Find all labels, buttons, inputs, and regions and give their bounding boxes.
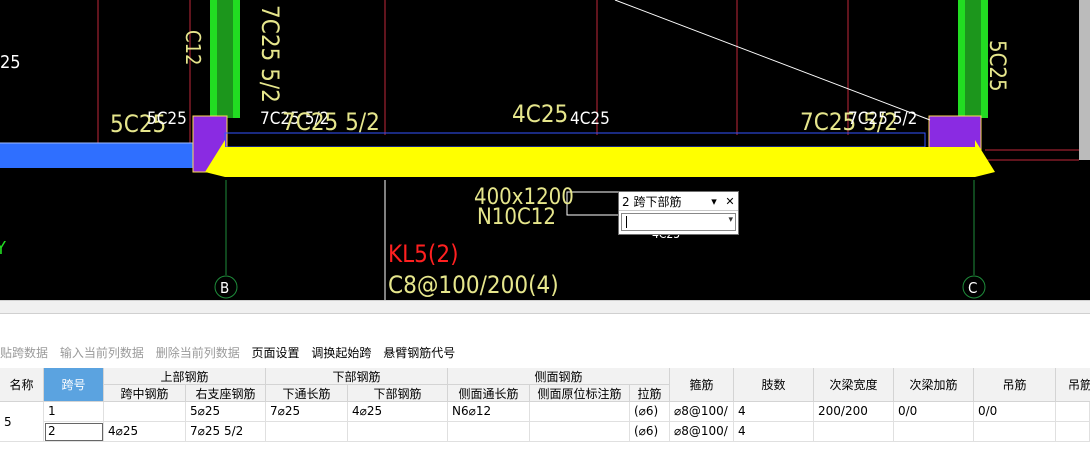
close-icon[interactable]: ✕ bbox=[722, 195, 738, 208]
header-top-mid[interactable]: 跨中钢筋 bbox=[104, 385, 186, 402]
cad-label-4c25-yellow: 4C25 bbox=[512, 100, 568, 128]
cell-bottom-through[interactable] bbox=[266, 422, 348, 442]
cell-sec-add[interactable]: 0/0 bbox=[894, 402, 974, 422]
header-legs[interactable]: 肢数 bbox=[734, 368, 814, 402]
axis-c-label: C bbox=[968, 279, 977, 297]
cell-hanger-2[interactable] bbox=[1056, 402, 1090, 422]
header-bottom-through[interactable]: 下通长筋 bbox=[266, 385, 348, 402]
header-stirrups[interactable]: 箍筋 bbox=[670, 368, 734, 402]
header-top-group: 上部钢筋 bbox=[104, 368, 266, 385]
leader-line bbox=[614, 0, 931, 121]
cad-drawing: C12 25 7C25 5/2 5C25 5C25 5C25 7C25 5/2 … bbox=[0, 0, 1090, 300]
blue-band bbox=[0, 143, 195, 168]
axis-b-label: B bbox=[220, 279, 229, 297]
rebar-table: 名称 跨号 上部钢筋 下部钢筋 侧面钢筋 箍筋 肢数 次梁宽度 次梁加筋 吊筋 … bbox=[0, 368, 1090, 470]
cell-hanger[interactable]: 0/0 bbox=[974, 402, 1056, 422]
cad-label-5c25-white: 5C25 bbox=[147, 109, 187, 129]
cad-label-stirrup: C8@100/200(4) bbox=[388, 271, 559, 299]
beam-right-end bbox=[975, 140, 995, 177]
header-sec-beam-add[interactable]: 次梁加筋 bbox=[894, 368, 974, 402]
popup-header: 2 跨下部筋 ▾ ✕ bbox=[619, 192, 738, 211]
cell-sec-width[interactable]: 200/200 bbox=[814, 402, 894, 422]
cad-label-7c25-white-right: 7C25 5/2 bbox=[848, 109, 917, 129]
cad-label-left-c12: C12 bbox=[181, 30, 205, 65]
cad-label-beam-name: KL5(2) bbox=[388, 240, 459, 268]
chevron-down-icon[interactable]: ▾ bbox=[706, 195, 722, 208]
cad-label-4c25-white: 4C25 bbox=[570, 109, 610, 129]
cad-label-left-25: 25 bbox=[0, 52, 21, 73]
cell-hanger-2[interactable] bbox=[1056, 422, 1090, 442]
chevron-down-icon[interactable]: ▾ bbox=[728, 215, 733, 225]
cad-label-right-5c25: 5C25 bbox=[984, 40, 1009, 92]
table-toolbar: 贴跨数据 输入当前列数据 删除当前列数据 页面设置 调换起始跨 悬臂钢筋代号 bbox=[0, 314, 1090, 367]
cell-sec-add[interactable] bbox=[894, 422, 974, 442]
right-column-core bbox=[965, 0, 981, 118]
nav-tool-strip[interactable] bbox=[1079, 0, 1090, 160]
cell-stirrup[interactable]: ⌀8@100/ bbox=[670, 422, 734, 442]
cell-side-through[interactable] bbox=[448, 422, 530, 442]
cell-tie[interactable]: (⌀6) bbox=[630, 422, 670, 442]
header-bottom-group: 下部钢筋 bbox=[266, 368, 448, 385]
cell-bottom-bars[interactable] bbox=[348, 422, 448, 442]
label-box bbox=[566, 191, 620, 216]
header-bottom-bars[interactable]: 下部钢筋 bbox=[348, 385, 448, 402]
cell-sec-width[interactable] bbox=[814, 422, 894, 442]
cell-hanger[interactable] bbox=[974, 422, 1056, 442]
popup-title: 2 跨下部筋 bbox=[622, 194, 682, 209]
input-column-data-button[interactable]: 输入当前列数据 bbox=[60, 346, 144, 360]
cell-legs[interactable]: 4 bbox=[734, 422, 814, 442]
cad-label-side-bars: N10C12 bbox=[477, 205, 556, 230]
header-side-through[interactable]: 侧面通长筋 bbox=[448, 385, 530, 402]
text-caret bbox=[626, 216, 627, 228]
cad-label-7c25-yellow-left: 7C25 5/2 bbox=[282, 108, 380, 136]
span-bottom-bar-popup[interactable]: 2 跨下部筋 ▾ ✕ ▾ bbox=[618, 191, 739, 235]
left-column-core bbox=[217, 0, 233, 118]
cell-top-mid[interactable] bbox=[104, 402, 186, 422]
cell-top-right[interactable]: 5⌀25 bbox=[186, 402, 266, 422]
selected-beam[interactable] bbox=[225, 147, 975, 177]
header-name[interactable]: 名称 bbox=[0, 368, 44, 402]
cell-bottom-bars[interactable]: 4⌀25 bbox=[348, 402, 448, 422]
cad-drawing-canvas[interactable]: C12 25 7C25 5/2 5C25 5C25 5C25 7C25 5/2 … bbox=[0, 0, 1090, 300]
header-hanger[interactable]: 吊筋 bbox=[974, 368, 1056, 402]
cantilever-code-button[interactable]: 悬臂钢筋代号 bbox=[383, 346, 455, 360]
header-side-annot[interactable]: 侧面原位标注筋 bbox=[530, 385, 630, 402]
swap-start-span-button[interactable]: 调换起始跨 bbox=[311, 346, 371, 360]
cell-span[interactable]: 1 bbox=[44, 402, 104, 422]
panel-splitter[interactable] bbox=[0, 300, 1090, 314]
cell-legs[interactable]: 4 bbox=[734, 402, 814, 422]
header-tie-bars[interactable]: 拉筋 bbox=[630, 385, 670, 402]
header-side-group: 侧面钢筋 bbox=[448, 368, 670, 385]
header-hanger-2[interactable]: 吊筋 bbox=[1056, 368, 1090, 402]
popup-input[interactable]: ▾ bbox=[621, 213, 736, 231]
cell-bottom-through[interactable]: 7⌀25 bbox=[266, 402, 348, 422]
header-span-no[interactable]: 跨号 bbox=[44, 368, 104, 402]
delete-column-data-button[interactable]: 删除当前列数据 bbox=[156, 346, 240, 360]
header-top-right[interactable]: 右支座钢筋 bbox=[186, 385, 266, 402]
header-sec-beam-width[interactable]: 次梁宽度 bbox=[814, 368, 894, 402]
cad-label-top-7c25: 7C25 5/2 bbox=[256, 5, 284, 103]
cell-name[interactable]: 5 bbox=[0, 402, 44, 442]
cell-side-through[interactable]: N6⌀12 bbox=[448, 402, 530, 422]
cell-tie[interactable]: (⌀6) bbox=[630, 402, 670, 422]
grid-lines bbox=[0, 0, 1079, 165]
cell-side-annot[interactable] bbox=[530, 422, 630, 442]
paste-span-data-button[interactable]: 贴跨数据 bbox=[0, 346, 48, 360]
cell-stirrup[interactable]: ⌀8@100/ bbox=[670, 402, 734, 422]
cell-span[interactable]: 2 bbox=[44, 422, 104, 442]
cell-top-mid[interactable]: 4⌀25 bbox=[104, 422, 186, 442]
cell-side-annot[interactable] bbox=[530, 402, 630, 422]
cad-label-y: Y bbox=[0, 238, 6, 259]
page-setup-button[interactable]: 页面设置 bbox=[252, 346, 300, 360]
cell-top-right[interactable]: 7⌀25 5/2 bbox=[186, 422, 266, 442]
